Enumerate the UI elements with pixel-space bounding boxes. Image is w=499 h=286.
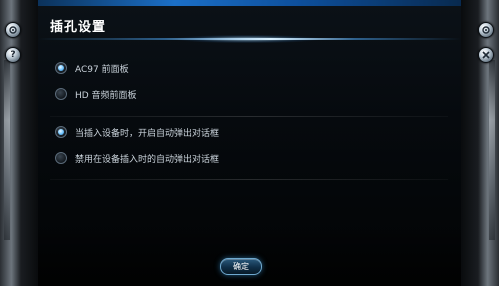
settings-content: 插孔设置 AC97 前面板 HD 音频前面板 当插入设备时，开启自动弹出对话框 … bbox=[38, 6, 461, 286]
option-label: AC97 前面板 bbox=[75, 64, 129, 75]
gear-glyph bbox=[482, 26, 490, 34]
left-chrome-stripe bbox=[4, 60, 10, 240]
section-divider bbox=[50, 179, 448, 180]
option-label: 禁用在设备插入时的自动弹出对话框 bbox=[75, 154, 220, 165]
confirm-button[interactable]: 确定 bbox=[220, 258, 262, 275]
close-icon[interactable] bbox=[478, 47, 494, 63]
option-hd-audio[interactable]: HD 音频前面板 bbox=[55, 87, 137, 101]
window-title: 插孔设置 bbox=[50, 20, 107, 35]
option-label: HD 音频前面板 bbox=[75, 90, 137, 101]
gear-icon[interactable] bbox=[478, 22, 494, 38]
radio-hd-audio[interactable] bbox=[55, 88, 67, 100]
section-divider bbox=[50, 116, 448, 117]
close-glyph bbox=[482, 51, 490, 59]
help-icon[interactable]: ? bbox=[5, 47, 21, 63]
gear-icon[interactable] bbox=[5, 22, 21, 38]
option-ac97[interactable]: AC97 前面板 bbox=[55, 61, 129, 75]
gear-glyph bbox=[9, 26, 17, 34]
radio-ac97[interactable] bbox=[55, 62, 67, 74]
radio-auto-popup-off[interactable] bbox=[55, 152, 67, 164]
right-chrome-frame bbox=[461, 0, 499, 286]
right-chrome-stripe bbox=[489, 60, 495, 240]
option-auto-popup-off[interactable]: 禁用在设备插入时的自动弹出对话框 bbox=[55, 151, 219, 165]
left-chrome-frame: ? bbox=[0, 0, 38, 286]
help-glyph: ? bbox=[10, 50, 16, 60]
option-label: 当插入设备时，开启自动弹出对话框 bbox=[75, 128, 220, 139]
radio-auto-popup-on[interactable] bbox=[55, 126, 67, 138]
title-divider bbox=[38, 38, 461, 40]
bottom-shadow bbox=[38, 226, 461, 286]
jack-settings-window: ? 插孔设置 AC97 前面板 HD 音频前面板 当插入设备时，开启自动弹出对话… bbox=[0, 0, 499, 286]
option-auto-popup-on[interactable]: 当插入设备时，开启自动弹出对话框 bbox=[55, 125, 219, 139]
